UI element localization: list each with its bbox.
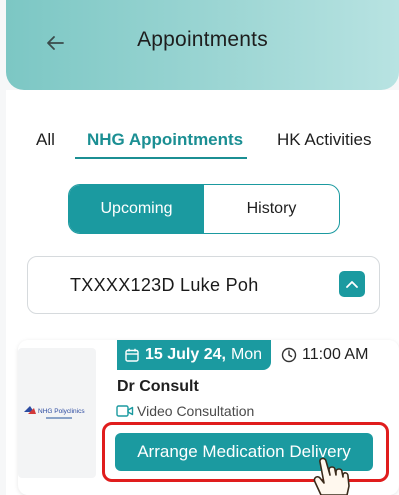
appointment-date: 15 July 24, — [145, 346, 226, 363]
calendar-icon — [125, 348, 139, 362]
appointment-day: Mon — [230, 346, 263, 363]
video-icon — [116, 405, 134, 417]
patient-name: TXXXX123D Luke Poh — [70, 275, 259, 295]
chevron-up-icon[interactable] — [339, 271, 365, 297]
segment-upcoming[interactable]: Upcoming — [69, 185, 204, 233]
consultation-type: Video Consultation — [137, 403, 255, 419]
tab-hk-activities[interactable]: HK Activities — [277, 130, 371, 150]
pointing-hand-icon — [307, 448, 367, 495]
doctor-name: Dr Consult — [117, 378, 199, 395]
nhg-polyclinics-logo: NHG Polyclinics — [18, 348, 96, 478]
upcoming-history-toggle: Upcoming History — [68, 184, 340, 234]
active-tab-indicator — [75, 157, 247, 159]
segment-history[interactable]: History — [204, 185, 339, 233]
consultation-type-group: Video Consultation — [116, 403, 254, 419]
appointment-time: 11:00 AM — [302, 346, 369, 363]
clock-icon — [281, 347, 297, 363]
tab-nhg-appointments[interactable]: NHG Appointments — [87, 130, 243, 150]
app-header: Appointments — [6, 0, 399, 90]
appointment-time-group: 11:00 AM — [281, 346, 368, 364]
patient-selector[interactable]: TXXXX123D Luke Poh — [27, 256, 380, 314]
tab-all[interactable]: All — [36, 130, 55, 150]
logo-text: NHG Polyclinics — [38, 408, 85, 415]
date-chip: 15 July 24, Mon — [117, 340, 271, 370]
page-title: Appointments — [137, 28, 268, 51]
